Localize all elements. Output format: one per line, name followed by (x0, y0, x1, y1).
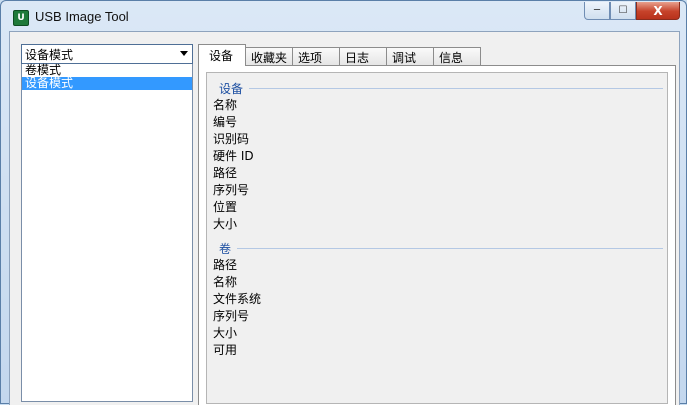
tab-bar: 设备 收藏夹 选项 日志 调试 信息 (198, 44, 482, 66)
window-controls: ─ ☐ X (584, 2, 680, 22)
window-title: USB Image Tool (35, 9, 129, 24)
minimize-button[interactable]: ─ (584, 2, 610, 20)
tab-favorites[interactable]: 收藏夹 (245, 47, 294, 66)
close-button[interactable]: X (636, 2, 680, 20)
device-field-serial: 序列号 (213, 183, 250, 197)
device-field-path: 路径 (213, 166, 238, 180)
mode-options-list: 卷模式 设备模式 (21, 64, 193, 402)
tab-options[interactable]: 选项 (292, 47, 341, 66)
tab-log[interactable]: 日志 (339, 47, 388, 66)
device-tab-panel: 设备 名称 编号 识别码 硬件 ID 路径 序列号 位置 大小 卷 路径 名称 … (198, 65, 676, 405)
volume-group-title: 卷 (219, 242, 232, 256)
volume-field-serial: 序列号 (213, 309, 250, 323)
device-field-hardware-id: 硬件 ID (213, 149, 254, 163)
volume-field-available: 可用 (213, 343, 238, 357)
tab-device[interactable]: 设备 (198, 44, 246, 66)
details-box: 设备 名称 编号 识别码 硬件 ID 路径 序列号 位置 大小 卷 路径 名称 … (206, 72, 668, 404)
maximize-button[interactable]: ☐ (610, 2, 636, 20)
device-field-location: 位置 (213, 200, 238, 214)
device-field-number: 编号 (213, 115, 238, 129)
tab-info[interactable]: 信息 (433, 47, 482, 66)
device-group-header: 设备 (219, 80, 663, 97)
group-divider (237, 248, 663, 249)
title-bar[interactable]: U USB Image Tool ─ ☐ X (1, 1, 686, 31)
usb-app-icon: U (13, 10, 29, 26)
client-area: 设备模式 卷模式 设备模式 设备 收藏夹 选项 日志 调试 信息 设备 名称 编… (9, 31, 680, 405)
device-field-identifier: 识别码 (213, 132, 250, 146)
app-window: U USB Image Tool ─ ☐ X 设备模式 卷模式 设备模式 设备 … (0, 0, 687, 405)
mode-dropdown-value: 设备模式 (25, 47, 74, 62)
volume-field-size: 大小 (213, 326, 238, 340)
group-divider (249, 88, 663, 89)
volume-field-filesystem: 文件系统 (213, 292, 262, 306)
mode-dropdown[interactable]: 设备模式 (21, 44, 193, 64)
volume-group-header: 卷 (219, 240, 663, 257)
device-field-size: 大小 (213, 217, 238, 231)
tab-debug[interactable]: 调试 (386, 47, 435, 66)
volume-field-path: 路径 (213, 258, 238, 272)
chevron-down-icon[interactable] (180, 51, 188, 56)
mode-option-device[interactable]: 设备模式 (22, 77, 192, 90)
volume-field-name: 名称 (213, 275, 238, 289)
device-group-title: 设备 (219, 82, 244, 96)
device-field-name: 名称 (213, 98, 238, 112)
